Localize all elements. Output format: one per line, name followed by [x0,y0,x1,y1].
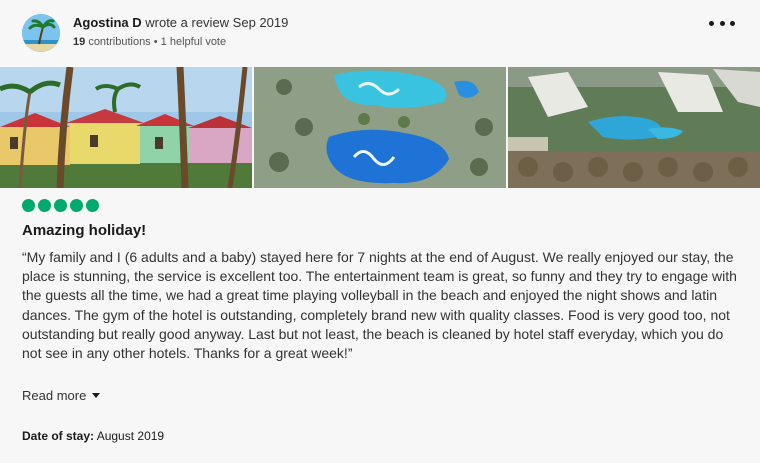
pools-image [254,67,506,188]
date-of-stay-value: August 2019 [96,429,165,443]
review-photo-resort-aerial[interactable] [508,67,760,188]
date-of-stay: Date of stay: August 2019 [22,429,164,443]
review-photo-bungalows[interactable] [0,67,252,188]
review-photos [0,67,760,188]
helpful-votes: 1 helpful vote [160,36,227,48]
date-of-stay-label: Date of stay: [22,429,95,443]
rating-bubble [70,199,83,212]
read-more-label: Read more [22,388,87,403]
rating-bubble [22,199,35,212]
more-dot [709,20,714,26]
meta-separator: • [153,36,158,48]
contributions-count: 19 [73,36,86,48]
more-dot [719,20,725,26]
more-dot [730,20,735,26]
review-body: “My family and I (6 adults and a baby) s… [22,249,737,362]
rating-bubble [38,199,51,212]
avatar-image [22,14,60,52]
chevron-down-icon [92,393,101,398]
reviewer-line: Agostina D wrote a review Sep 2019 [73,15,288,30]
resort-aerial-image [508,67,760,188]
read-more-button[interactable]: Read more [22,388,101,403]
avatar[interactable] [22,14,60,52]
rating-bubbles [22,199,99,212]
review-action-text: wrote a review Sep 2019 [145,15,289,30]
rating-bubble [54,199,67,212]
contributions-label: contributions [88,36,151,48]
more-horizontal-icon[interactable] [709,14,735,32]
review-photo-pools[interactable] [254,67,506,188]
rating-bubble [86,199,99,212]
review-title[interactable]: Amazing holiday! [22,222,146,239]
review-header: Agostina D wrote a review Sep 2019 19 co… [22,12,738,56]
bungalows-image [0,67,252,188]
reviewer-meta: 19 contributions • 1 helpful vote [73,36,226,48]
reviewer-name[interactable]: Agostina D [73,15,142,30]
